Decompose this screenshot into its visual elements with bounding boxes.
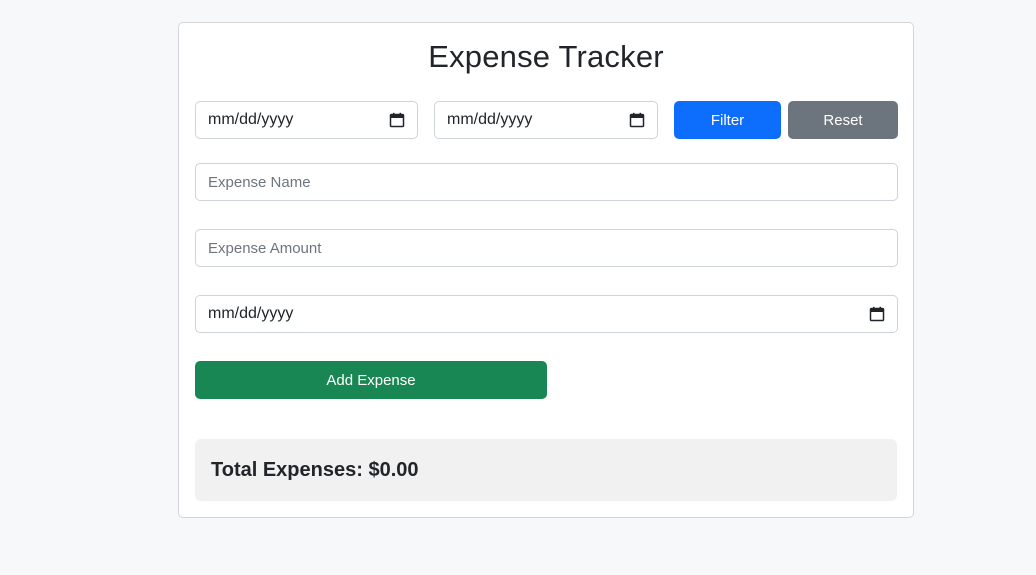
expense-amount-placeholder: Expense Amount: [208, 239, 322, 257]
total-expenses-value: $0.00: [368, 458, 419, 481]
filter-start-date-value: mm/dd/yyyy: [208, 111, 294, 128]
total-expenses-panel: Total Expenses: $0.00: [195, 439, 897, 501]
expense-tracker-card: Expense Tracker mm/dd/yyyy mm/dd/yyyy Fi…: [178, 22, 914, 518]
add-expense-button[interactable]: Add Expense: [195, 361, 547, 399]
calendar-icon[interactable]: [869, 306, 885, 322]
filter-end-date-input[interactable]: mm/dd/yyyy: [434, 101, 658, 139]
expense-date-input[interactable]: mm/dd/yyyy: [195, 295, 898, 333]
calendar-icon[interactable]: [389, 112, 405, 128]
calendar-icon[interactable]: [629, 112, 645, 128]
filter-end-date-value: mm/dd/yyyy: [447, 111, 533, 128]
filter-button[interactable]: Filter: [674, 101, 781, 139]
reset-button[interactable]: Reset: [788, 101, 898, 139]
expense-amount-input[interactable]: Expense Amount: [195, 229, 898, 267]
expense-name-placeholder: Expense Name: [208, 173, 311, 191]
expense-name-input[interactable]: Expense Name: [195, 163, 898, 201]
expense-date-value: mm/dd/yyyy: [208, 305, 294, 322]
page-title: Expense Tracker: [428, 39, 664, 74]
total-expenses-label: Total Expenses:: [211, 458, 363, 481]
filter-start-date-input[interactable]: mm/dd/yyyy: [195, 101, 418, 139]
